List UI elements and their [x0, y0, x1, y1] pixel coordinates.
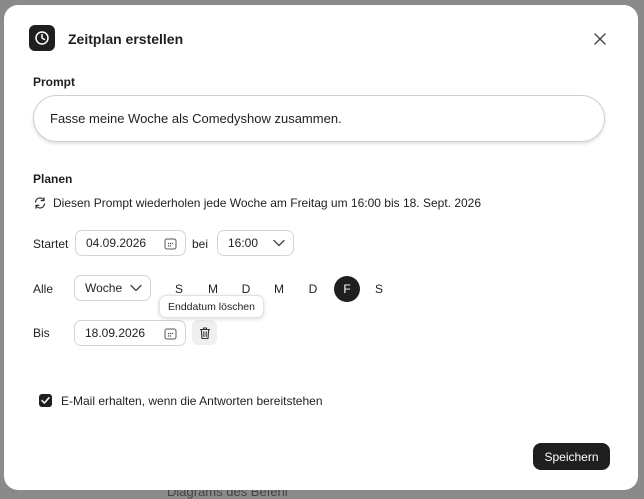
day-friday[interactable]: F — [334, 276, 360, 302]
prompt-label: Prompt — [33, 75, 75, 89]
schedule-dialog: Zeitplan erstellen Prompt Fasse meine Wo… — [4, 5, 638, 490]
check-icon — [41, 397, 50, 404]
save-button[interactable]: Speichern — [533, 443, 610, 470]
close-button[interactable] — [590, 29, 610, 49]
schedule-summary-text: Diesen Prompt wiederholen jede Woche am … — [53, 196, 482, 210]
repeat-unit-select[interactable]: Woche — [74, 275, 151, 301]
prompt-input[interactable]: Fasse meine Woche als Comedyshow zusamme… — [33, 95, 605, 142]
start-date-value: 04.09.2026 — [86, 236, 147, 250]
email-notification-checkbox[interactable] — [39, 394, 52, 407]
close-icon — [594, 33, 606, 45]
chevron-down-icon — [273, 239, 285, 247]
clear-end-date-tooltip: Enddatum löschen — [159, 295, 264, 318]
end-date-field[interactable]: 18.09.2026 — [74, 320, 186, 346]
calendar-icon — [164, 328, 177, 339]
repeat-label: Alle — [33, 282, 54, 296]
day-thursday[interactable]: D — [301, 277, 325, 301]
clear-end-date-button[interactable] — [192, 320, 217, 345]
clock-icon — [29, 25, 55, 51]
start-label: Startet — [33, 237, 69, 251]
chevron-down-icon — [130, 284, 142, 292]
calendar-icon — [164, 238, 177, 249]
email-notification-label: E-Mail erhalten, wenn die Antworten bere… — [61, 394, 323, 408]
end-date-value: 18.09.2026 — [85, 326, 146, 340]
repeat-unit-value: Woche — [85, 281, 123, 295]
end-label: Bis — [33, 326, 50, 340]
prompt-text: Fasse meine Woche als Comedyshow zusamme… — [50, 111, 342, 126]
day-saturday[interactable]: S — [367, 277, 391, 301]
repeat-icon — [34, 197, 46, 209]
schedule-label: Planen — [33, 172, 73, 186]
start-time-select[interactable]: 16:00 — [217, 230, 294, 256]
day-wednesday[interactable]: M — [267, 277, 291, 301]
schedule-summary: Diesen Prompt wiederholen jede Woche am … — [33, 196, 481, 210]
at-label: bei — [192, 237, 209, 251]
trash-icon — [199, 326, 210, 339]
start-date-field[interactable]: 04.09.2026 — [75, 230, 186, 256]
start-time-value: 16:00 — [228, 236, 259, 250]
dialog-title: Zeitplan erstellen — [68, 31, 184, 47]
